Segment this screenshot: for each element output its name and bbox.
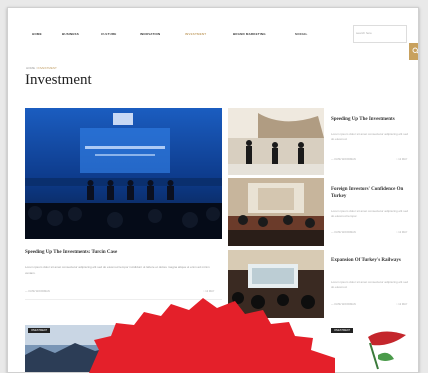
search-box[interactable]: search here — [353, 25, 418, 60]
nav-innovation[interactable]: INNOVATION — [140, 32, 160, 36]
hero-title[interactable]: Speeding Up The Investments: Turcin Case — [25, 250, 117, 255]
breadcrumb-home[interactable]: HOME — [26, 66, 35, 70]
side-article-desc-1: Lorem ipsum dolor sit amet consectetur a… — [331, 132, 409, 141]
side-article-author-2: — KATE WOODMAN — [331, 231, 356, 234]
hero-description: Lorem ipsum dolor sit amet consectetur a… — [25, 265, 210, 275]
nav-home[interactable]: HOME — [32, 32, 42, 36]
nav-culture[interactable]: CULTURE — [101, 32, 117, 36]
top-navigation: HOME BUSINESS CULTURE INNOVATION INVESTM… — [8, 8, 418, 60]
side-article-desc-3: Lorem ipsum dolor sit amet consectetur a… — [331, 280, 409, 289]
page-title: Investment — [25, 72, 92, 88]
search-icon — [412, 47, 418, 54]
category-tag[interactable]: INVESTMENT — [28, 328, 51, 333]
nav-business[interactable]: BUSINESS — [62, 32, 79, 36]
side-article-thumb-2[interactable] — [228, 178, 324, 246]
search-input[interactable]: search here — [356, 31, 372, 35]
breadcrumb-current: INVESTMENT — [37, 66, 57, 70]
side-article-title-2[interactable]: Foreign Investors' Confidence On Turkey — [331, 186, 411, 200]
side-article-thumb-1[interactable] — [228, 108, 324, 175]
side-article-title-1[interactable]: Speeding Up The Investments — [331, 116, 411, 123]
side-article-title-3[interactable]: Expansion Of Turkey's Railways — [331, 257, 411, 264]
hero-image[interactable] — [25, 108, 222, 239]
nav-brand-marketing[interactable]: BRAND MARKETING — [233, 32, 266, 36]
hero-author: — KATE WOODMAN — [25, 290, 50, 293]
side-article-author-1: — KATE WOODMAN — [331, 158, 356, 161]
breadcrumb: HOME / INVESTMENT — [26, 66, 57, 70]
side-article-date-2: ○ 12 MAY — [396, 231, 408, 234]
bottom-article-thumb-3[interactable]: INVESTMENT — [328, 325, 414, 372]
side-article-desc-2: Lorem ipsum dolor sit amet consectetur a… — [331, 209, 409, 218]
side-article-date-3: ○ 12 MAY — [396, 303, 408, 306]
hero-date: ○ 12 MAY — [203, 290, 215, 293]
side-article-date-1: ○ 12 MAY — [396, 158, 408, 161]
nav-social[interactable]: SOCIAL — [295, 32, 308, 36]
red-starburst-sticker — [89, 298, 335, 373]
search-button[interactable] — [409, 43, 418, 60]
nav-investment[interactable]: INVESTMENT — [185, 32, 206, 36]
